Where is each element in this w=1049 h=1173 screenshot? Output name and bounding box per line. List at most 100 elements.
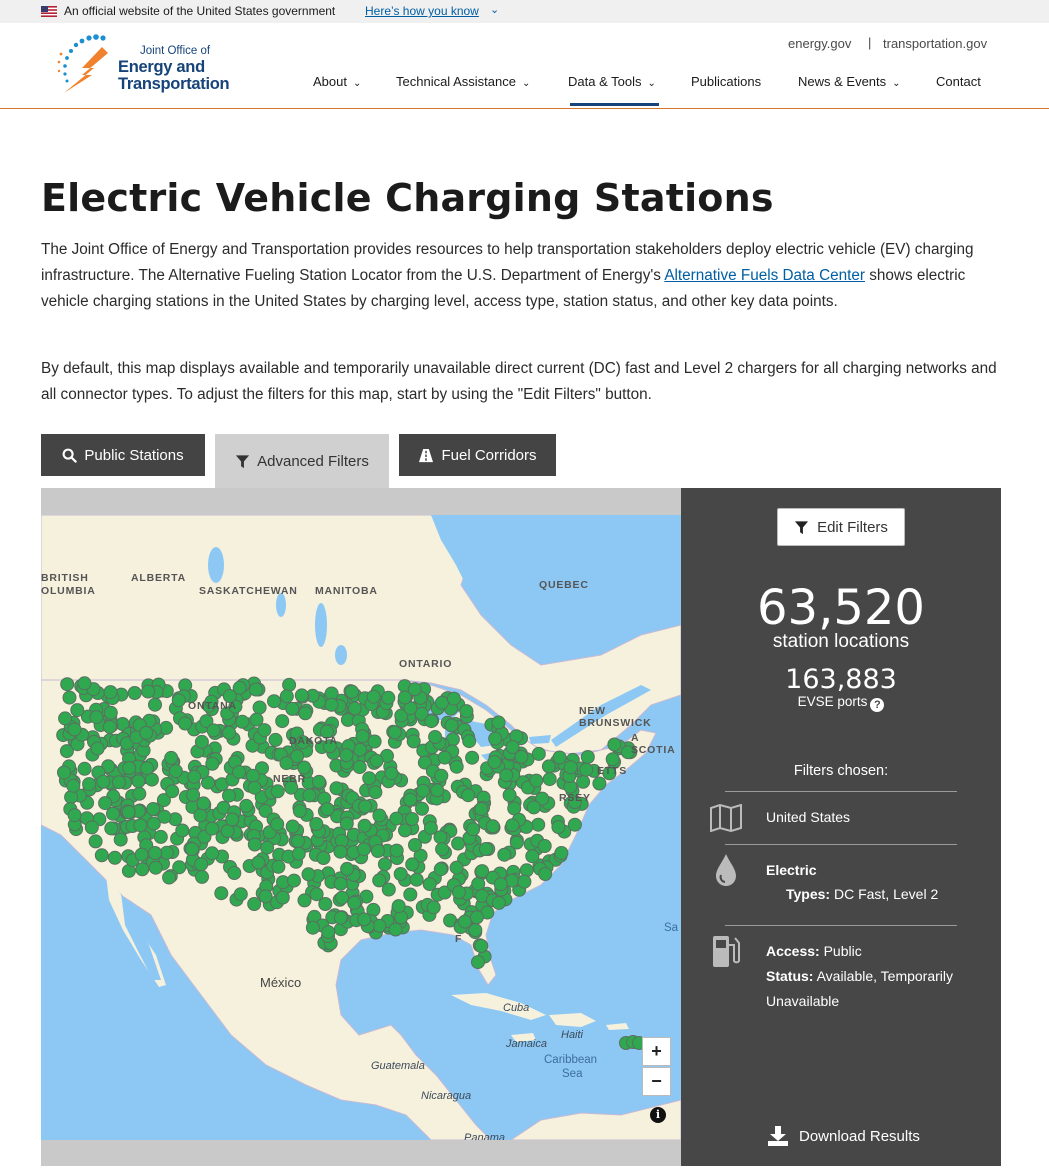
station-marker[interactable] [394,910,409,925]
station-marker[interactable] [58,711,73,726]
station-marker[interactable] [461,788,476,803]
station-marker[interactable] [579,762,594,777]
station-marker[interactable] [391,899,406,914]
station-marker[interactable] [214,886,229,901]
station-marker[interactable] [552,750,567,765]
station-marker[interactable] [96,774,111,789]
station-marker[interactable] [437,750,452,765]
station-marker[interactable] [135,862,150,877]
station-marker[interactable] [493,877,508,892]
station-marker[interactable] [258,889,273,904]
station-marker[interactable] [398,823,412,838]
station-marker[interactable] [247,837,262,852]
station-marker[interactable] [607,737,622,752]
station-marker[interactable] [403,887,418,902]
station-marker[interactable] [134,847,149,862]
station-marker[interactable] [487,755,502,769]
station-marker[interactable] [162,870,177,885]
station-marker[interactable] [339,816,354,831]
station-marker[interactable] [320,802,335,817]
station-marker[interactable] [235,714,250,729]
station-marker[interactable] [148,860,163,875]
station-marker[interactable] [457,914,472,929]
station-marker[interactable] [408,838,422,852]
station-marker[interactable] [298,706,313,721]
station-marker[interactable] [148,697,162,712]
station-marker[interactable] [567,817,582,832]
station-marker[interactable] [312,774,326,789]
station-marker[interactable] [196,796,211,811]
station-marker[interactable] [369,753,384,768]
station-marker[interactable] [505,818,520,833]
station-marker[interactable] [133,818,148,833]
station-marker[interactable] [139,725,154,740]
station-marker[interactable] [466,822,481,837]
station-marker[interactable] [94,848,109,863]
station-marker[interactable] [132,786,147,801]
zoom-in-button[interactable]: + [642,1037,671,1066]
nav-news-events[interactable]: News & Events ⌄ [798,74,901,89]
station-marker[interactable] [89,710,104,725]
station-marker[interactable] [416,783,431,798]
station-marker[interactable] [347,895,362,910]
station-marker[interactable] [403,792,418,807]
tab-fuel-corridors[interactable]: Fuel Corridors [399,434,556,476]
station-marker[interactable] [499,768,514,783]
station-marker[interactable] [469,910,484,925]
station-marker[interactable] [357,912,372,927]
station-marker[interactable] [362,771,377,786]
station-marker[interactable] [519,863,534,878]
station-marker[interactable] [168,764,183,779]
station-marker[interactable] [347,701,362,716]
station-marker[interactable] [531,746,546,761]
help-icon[interactable]: ? [870,698,885,712]
station-marker[interactable] [84,820,99,835]
station-marker[interactable] [282,677,297,692]
station-marker[interactable] [485,819,500,834]
station-marker[interactable] [113,832,128,847]
station-marker[interactable] [368,785,383,800]
station-marker[interactable] [187,769,202,784]
station-marker[interactable] [605,752,620,767]
station-marker[interactable] [67,722,82,737]
station-marker[interactable] [77,676,92,691]
station-marker[interactable] [146,802,161,816]
transportation-gov-link[interactable]: transportation.gov [883,36,987,51]
station-marker[interactable] [103,705,118,720]
station-marker[interactable] [275,890,290,905]
station-marker[interactable] [107,850,122,865]
station-marker[interactable] [388,922,403,937]
station-marker[interactable] [405,812,419,826]
station-marker[interactable] [465,750,480,765]
station-marker[interactable] [352,760,367,775]
station-map[interactable]: BRITISH OLUMBIA ALBERTA SASKATCHEWAN MAN… [41,515,681,1140]
station-marker[interactable] [397,690,412,705]
station-marker[interactable] [542,772,557,787]
station-marker[interactable] [462,734,477,749]
station-marker[interactable] [488,731,503,746]
station-marker[interactable] [541,759,556,774]
station-marker[interactable] [309,817,324,831]
chevron-down-icon[interactable]: ⌄ [490,3,499,16]
station-marker[interactable] [491,895,506,910]
station-marker[interactable] [285,701,300,716]
station-marker[interactable] [384,766,399,781]
station-marker[interactable] [517,874,532,889]
station-marker[interactable] [434,695,449,710]
station-marker[interactable] [141,684,156,699]
station-marker[interactable] [60,677,75,692]
station-marker[interactable] [468,923,483,938]
station-marker[interactable] [370,844,385,858]
station-marker[interactable] [247,897,262,911]
station-marker[interactable] [185,842,199,856]
station-marker[interactable] [428,730,443,744]
station-marker[interactable] [502,788,517,803]
station-marker[interactable] [316,851,331,865]
station-marker[interactable] [271,859,286,874]
how-you-know-link[interactable]: Here’s how you know [365,4,479,18]
station-marker[interactable] [57,765,71,780]
station-marker[interactable] [497,847,512,862]
station-marker[interactable] [122,761,137,775]
station-marker[interactable] [333,844,348,859]
station-marker[interactable] [146,816,161,831]
